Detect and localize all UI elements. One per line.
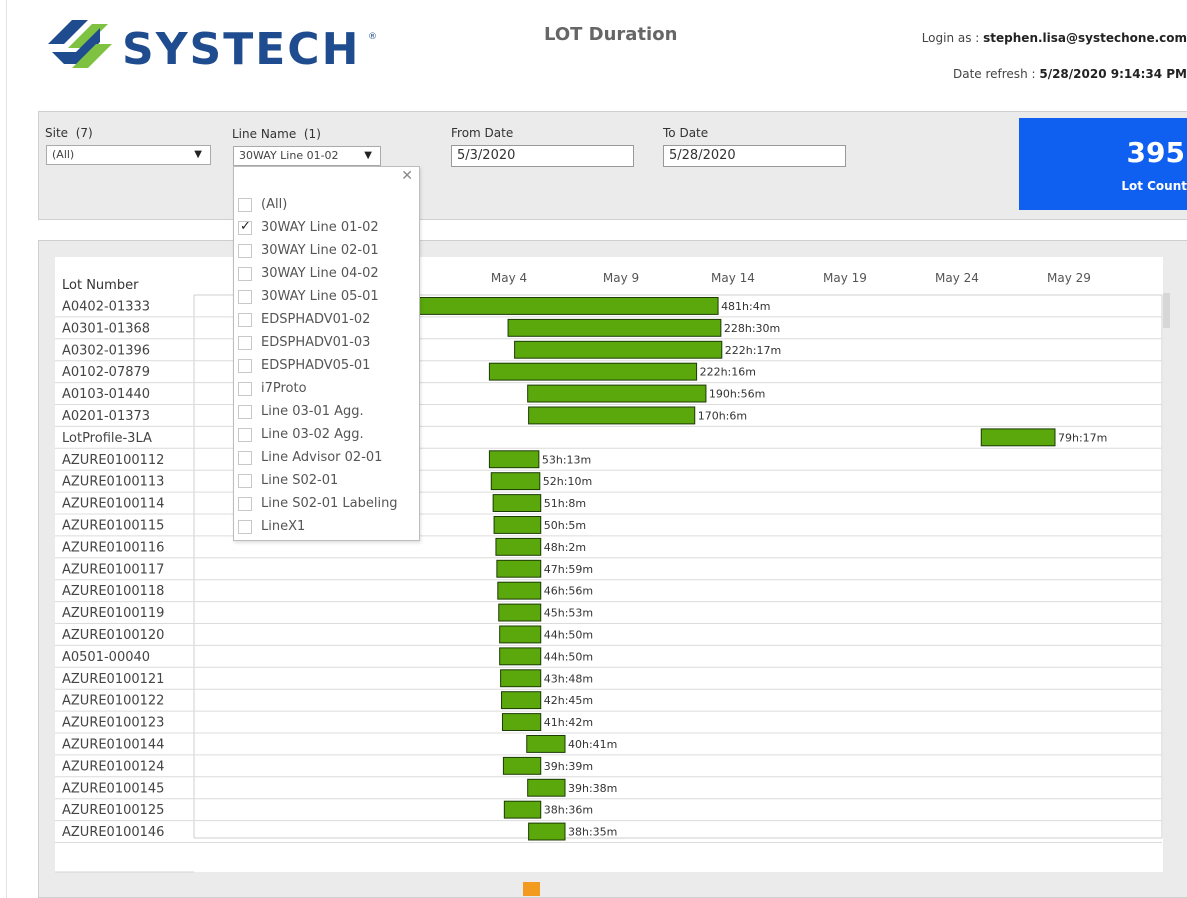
brand-name: SYSTECH bbox=[122, 24, 361, 75]
chart-scrollbar[interactable] bbox=[1163, 293, 1170, 328]
login-prefix: Login as : bbox=[921, 31, 984, 45]
page-title: LOT Duration bbox=[544, 24, 678, 45]
line-name-select[interactable]: 30WAY Line 01-02 ▼ bbox=[233, 146, 381, 166]
from-date-label: From Date bbox=[451, 126, 514, 140]
lot-count-value: 395 bbox=[1126, 136, 1185, 169]
checkbox-checked-icon[interactable] bbox=[238, 219, 252, 235]
checkbox-icon[interactable] bbox=[238, 520, 252, 534]
dropdown-option[interactable]: Line 03-01 Agg. bbox=[238, 403, 413, 423]
date-refresh: Date refresh : 5/28/2020 9:14:34 PM bbox=[953, 67, 1187, 81]
site-select[interactable]: (All) ▼ bbox=[46, 145, 211, 165]
dropdown-option[interactable]: Line S02-01 Labeling bbox=[238, 495, 413, 515]
dropdown-option[interactable]: 30WAY Line 04-02 bbox=[238, 265, 413, 285]
dropdown-option[interactable]: LineX1 bbox=[238, 518, 413, 538]
dropdown-option[interactable]: Line Advisor 02-01 bbox=[238, 449, 413, 469]
site-filter-label: Site (7) bbox=[45, 126, 93, 140]
checkbox-icon[interactable] bbox=[238, 267, 252, 281]
checkbox-icon[interactable] bbox=[238, 244, 252, 258]
dropdown-option[interactable]: Line S02-01 bbox=[238, 472, 413, 492]
dropdown-option-label: Line 03-02 Agg. bbox=[261, 427, 364, 442]
dropdown-option[interactable]: 30WAY Line 02-01 bbox=[238, 242, 413, 262]
checkbox-icon[interactable] bbox=[238, 382, 252, 396]
checkbox-icon[interactable] bbox=[238, 198, 252, 212]
login-info: Login as : stephen.lisa@systechone.com bbox=[922, 31, 1187, 45]
dropdown-option-label: (All) bbox=[261, 197, 288, 212]
checkbox-icon[interactable] bbox=[238, 474, 252, 488]
to-date-input[interactable]: 5/28/2020 bbox=[663, 145, 846, 167]
dropdown-option-label: EDSPHADV01-02 bbox=[261, 312, 371, 327]
line-count: (1) bbox=[303, 127, 321, 141]
dropdown-option[interactable]: i7Proto bbox=[238, 380, 413, 400]
line-filter-label: Line Name (1) bbox=[232, 127, 321, 141]
dropdown-option-label: i7Proto bbox=[261, 381, 307, 396]
dropdown-option-label: EDSPHADV05-01 bbox=[261, 358, 371, 373]
chevron-down-icon[interactable]: ▼ bbox=[364, 150, 372, 161]
checkbox-icon[interactable] bbox=[238, 497, 252, 511]
line-select-value: 30WAY Line 01-02 bbox=[239, 149, 339, 162]
dropdown-option-label: 30WAY Line 01-02 bbox=[261, 220, 379, 235]
lot-count-label: Lot Count bbox=[1121, 179, 1187, 193]
refresh-prefix: Date refresh : bbox=[952, 67, 1040, 81]
refresh-value: 5/28/2020 9:14:34 PM bbox=[1039, 67, 1187, 81]
dropdown-option[interactable]: 30WAY Line 01-02 bbox=[238, 219, 413, 239]
dropdown-option-label: 30WAY Line 04-02 bbox=[261, 266, 379, 281]
dropdown-option-label: Line S02-01 Labeling bbox=[261, 496, 398, 511]
checkbox-icon[interactable] bbox=[238, 451, 252, 465]
dropdown-option-label: Line Advisor 02-01 bbox=[261, 450, 383, 465]
checkbox-icon[interactable] bbox=[238, 405, 252, 419]
dropdown-option-label: Line S02-01 bbox=[261, 473, 339, 488]
registered-mark: ® bbox=[368, 32, 377, 42]
to-date-label: To Date bbox=[663, 126, 709, 140]
dropdown-option[interactable]: Line 03-02 Agg. bbox=[238, 426, 413, 446]
from-date-input[interactable]: 5/3/2020 bbox=[451, 145, 634, 167]
close-icon[interactable]: ✕ bbox=[401, 168, 413, 184]
dropdown-option-label: Line 03-01 Agg. bbox=[261, 404, 364, 419]
site-count: (7) bbox=[75, 126, 93, 140]
dropdown-option[interactable]: (All) bbox=[238, 196, 413, 216]
window-frame bbox=[0, 0, 7, 898]
dropdown-option-label: EDSPHADV01-03 bbox=[261, 335, 371, 350]
checkbox-icon[interactable] bbox=[238, 313, 252, 327]
checkbox-icon[interactable] bbox=[238, 428, 252, 442]
scroll-handle[interactable] bbox=[523, 882, 540, 896]
chevron-down-icon[interactable]: ▼ bbox=[194, 149, 202, 160]
chart-area bbox=[55, 257, 1163, 872]
dropdown-option-label: LineX1 bbox=[261, 519, 306, 534]
dropdown-option-label: 30WAY Line 05-01 bbox=[261, 289, 379, 304]
dropdown-option-label: 30WAY Line 02-01 bbox=[261, 243, 379, 258]
line-name-dropdown: ✕ (All) 30WAY Line 01-02 30WAY Line 02-01 3… bbox=[233, 166, 420, 541]
site-label: Site bbox=[45, 126, 69, 140]
checkbox-icon[interactable] bbox=[238, 359, 252, 373]
line-label: Line Name bbox=[232, 127, 297, 141]
dropdown-option[interactable]: EDSPHADV01-03 bbox=[238, 334, 413, 354]
login-user: stephen.lisa@systechone.com bbox=[983, 31, 1187, 45]
dropdown-option[interactable]: 30WAY Line 05-01 bbox=[238, 288, 413, 308]
checkbox-icon[interactable] bbox=[238, 336, 252, 350]
dropdown-option[interactable]: EDSPHADV01-02 bbox=[238, 311, 413, 331]
dropdown-option[interactable]: EDSPHADV05-01 bbox=[238, 357, 413, 377]
checkbox-icon[interactable] bbox=[238, 290, 252, 304]
lot-count-card: 395 Lot Count bbox=[1019, 118, 1187, 210]
site-select-value: (All) bbox=[52, 148, 75, 161]
